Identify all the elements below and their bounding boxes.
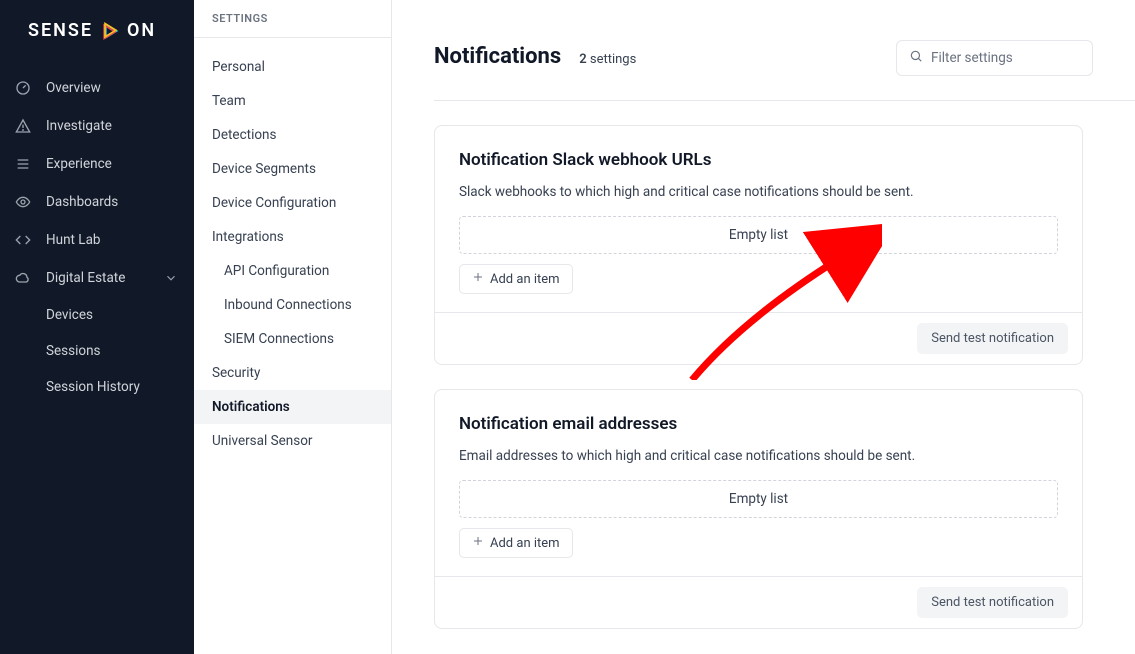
settings-item-personal[interactable]: Personal [194, 50, 391, 84]
nav-label: Dashboards [46, 194, 118, 210]
add-item-label: Add an item [490, 272, 560, 287]
nav-item-dashboards[interactable]: Dashboards [0, 183, 194, 221]
empty-list-placeholder: Empty list [459, 216, 1058, 254]
nav-item-hunt-lab[interactable]: Hunt Lab [0, 221, 194, 259]
nav-subitem-devices[interactable]: Devices [0, 297, 194, 333]
settings-header: SETTINGS [194, 0, 391, 38]
eye-icon [14, 193, 32, 211]
add-item-button[interactable]: Add an item [459, 528, 573, 558]
nav-item-digital-estate[interactable]: Digital Estate [0, 259, 194, 297]
settings-item-detections[interactable]: Detections [194, 118, 391, 152]
card-title: Notification Slack webhook URLs [459, 150, 1058, 170]
list-icon [14, 155, 32, 173]
add-item-label: Add an item [490, 536, 560, 551]
nav-label: Hunt Lab [46, 232, 101, 248]
add-item-button[interactable]: Add an item [459, 264, 573, 294]
search-icon [909, 49, 923, 67]
send-test-notification-button[interactable]: Send test notification [917, 323, 1068, 354]
nav-label: Investigate [46, 118, 112, 134]
settings-item-notifications[interactable]: Notifications [194, 390, 391, 424]
card-slack-webhooks: Notification Slack webhook URLs Slack we… [434, 125, 1083, 365]
nav-label: Overview [46, 80, 101, 96]
nav-item-overview[interactable]: Overview [0, 69, 194, 107]
nav-item-experience[interactable]: Experience [0, 145, 194, 183]
settings-item-security[interactable]: Security [194, 356, 391, 390]
warning-icon [14, 117, 32, 135]
nav-subitem-session-history[interactable]: Session History [0, 369, 194, 405]
send-test-notification-button[interactable]: Send test notification [917, 587, 1068, 618]
gauge-icon [14, 79, 32, 97]
settings-count-label: settings [590, 52, 636, 67]
settings-item-universal-sensor[interactable]: Universal Sensor [194, 424, 391, 458]
chevron-down-icon [162, 269, 180, 287]
brand-left: SENSE [28, 20, 93, 41]
card-description: Email addresses to which high and critic… [459, 448, 1058, 464]
primary-nav-sidebar: SENSE ON Overview Investigate [0, 0, 194, 654]
settings-sidebar: SETTINGS Personal Team Detections Device… [194, 0, 392, 654]
cloud-icon [14, 269, 32, 287]
code-icon [14, 231, 32, 249]
nav-label: Digital Estate [46, 270, 125, 286]
play-icon [100, 21, 120, 41]
card-title: Notification email addresses [459, 414, 1058, 434]
filter-settings-box[interactable] [896, 40, 1093, 76]
nav-item-investigate[interactable]: Investigate [0, 107, 194, 145]
nav-label: Experience [46, 156, 112, 172]
plus-icon [472, 271, 484, 287]
settings-count-number: 2 [579, 52, 586, 67]
card-description: Slack webhooks to which high and critica… [459, 184, 1058, 200]
settings-count: 2 settings [579, 52, 636, 67]
settings-item-device-configuration[interactable]: Device Configuration [194, 186, 391, 220]
settings-list: Personal Team Detections Device Segments… [194, 38, 391, 458]
card-email-addresses: Notification email addresses Email addre… [434, 389, 1083, 629]
main-content: Notifications 2 settings Notification Sl… [392, 0, 1135, 654]
settings-item-integrations[interactable]: Integrations [194, 220, 391, 254]
main-header: Notifications 2 settings [434, 40, 1135, 101]
settings-item-device-segments[interactable]: Device Segments [194, 152, 391, 186]
brand-logo: SENSE ON [0, 0, 194, 69]
settings-subitem-inbound-connections[interactable]: Inbound Connections [194, 288, 391, 322]
nav-subitem-sessions[interactable]: Sessions [0, 333, 194, 369]
nav-list: Overview Investigate Experience Dashboar… [0, 69, 194, 405]
settings-item-team[interactable]: Team [194, 84, 391, 118]
settings-subitem-api-configuration[interactable]: API Configuration [194, 254, 391, 288]
empty-list-placeholder: Empty list [459, 480, 1058, 518]
page-title: Notifications [434, 44, 561, 69]
filter-settings-input[interactable] [931, 50, 1080, 66]
settings-subitem-siem-connections[interactable]: SIEM Connections [194, 322, 391, 356]
plus-icon [472, 535, 484, 551]
brand-right: ON [127, 20, 156, 41]
